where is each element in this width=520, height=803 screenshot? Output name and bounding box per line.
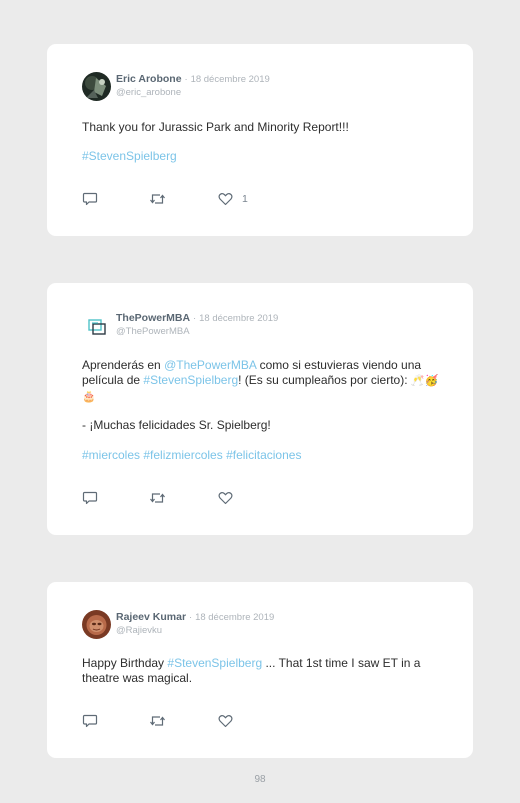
reply-button[interactable]	[82, 490, 98, 506]
hashtag-link[interactable]: #felicitaciones	[226, 448, 301, 462]
author-name[interactable]: ThePowerMBA	[116, 312, 190, 324]
tweet-date[interactable]: 18 décembre 2019	[191, 74, 270, 85]
retweet-icon	[149, 714, 166, 728]
tweet-text-line: Thank you for Jurassic Park and Minority…	[82, 120, 349, 134]
retweet-button[interactable]	[149, 191, 166, 207]
hashtag-link[interactable]: #StevenSpielberg	[82, 149, 177, 163]
tweet-hashtags: #StevenSpielberg	[82, 149, 442, 164]
heart-icon	[218, 491, 233, 505]
author-line: ThePowerMBA · 18 décembre 2019	[116, 312, 278, 325]
heart-icon	[218, 192, 233, 206]
tweet-text: Aprenderás en @ThePowerMBA como si estuv…	[82, 358, 442, 405]
tweet-text: Thank you for Jurassic Park and Minority…	[82, 120, 442, 135]
reply-icon	[82, 714, 98, 728]
tweet-header: ThePowerMBA · 18 décembre 2019 @ThePower…	[82, 311, 442, 341]
like-count: 1	[242, 193, 248, 205]
tweet-card: ThePowerMBA · 18 décembre 2019 @ThePower…	[47, 283, 473, 535]
hashtag-link[interactable]: #StevenSpielberg	[143, 373, 238, 387]
like-button[interactable]: 1	[218, 191, 248, 207]
tweet-header: Eric Arobone · 18 décembre 2019 @eric_ar…	[82, 72, 442, 102]
avatar[interactable]	[82, 610, 111, 639]
tweet-header: Rajeev Kumar · 18 décembre 2019 @Rajievk…	[82, 610, 442, 640]
tweet-date[interactable]: 18 décembre 2019	[199, 313, 278, 324]
tweet-actions	[82, 490, 282, 506]
tweet-actions: 1	[82, 191, 282, 207]
separator: ·	[188, 612, 193, 623]
author-name[interactable]: Rajeev Kumar	[116, 611, 186, 623]
like-button[interactable]	[218, 490, 242, 506]
separator: ·	[184, 74, 188, 85]
author-handle[interactable]: @ThePowerMBA	[116, 326, 190, 337]
tweet-card: Eric Arobone · 18 décembre 2019 @eric_ar…	[47, 44, 473, 236]
hashtag-link[interactable]: #miercoles	[82, 448, 140, 462]
like-button[interactable]	[218, 713, 242, 729]
tweet-text: - ¡Muchas felicidades Sr. Spielberg!	[82, 418, 442, 433]
tweet-card: Rajeev Kumar · 18 décembre 2019 @Rajievk…	[47, 582, 473, 758]
tweet-text-part: Happy Birthday	[82, 656, 168, 670]
heart-icon	[218, 714, 233, 728]
reply-button[interactable]	[82, 191, 98, 207]
author-handle[interactable]: @eric_arobone	[116, 87, 181, 98]
tweet-hashtags: #miercoles #felizmiercoles #felicitacion…	[82, 448, 442, 463]
page-number: 98	[254, 774, 266, 785]
mention-link[interactable]: @ThePowerMBA	[164, 358, 256, 372]
author-line: Rajeev Kumar · 18 décembre 2019	[116, 611, 274, 624]
tweet-text-part: Aprenderás en	[82, 358, 165, 372]
avatar[interactable]	[82, 72, 111, 101]
author-handle[interactable]: @Rajievku	[116, 625, 162, 636]
retweet-icon	[149, 192, 166, 206]
retweet-button[interactable]	[149, 713, 166, 729]
retweet-icon	[149, 491, 166, 505]
hashtag-link[interactable]: #felizmiercoles	[143, 448, 222, 462]
retweet-button[interactable]	[149, 490, 166, 506]
reply-icon	[82, 192, 98, 206]
author-line: Eric Arobone · 18 décembre 2019	[116, 73, 270, 86]
tweet-text: Happy Birthday #StevenSpielberg ... That…	[82, 656, 442, 686]
tweet-text-part: ! (Es su cumpleaños por cierto):	[238, 373, 411, 387]
tweet-actions	[82, 713, 282, 729]
hashtag-link[interactable]: #StevenSpielberg	[167, 656, 262, 670]
author-name[interactable]: Eric Arobone	[116, 73, 182, 85]
tweet-text-line: - ¡Muchas felicidades Sr. Spielberg!	[82, 418, 271, 432]
avatar[interactable]	[82, 311, 111, 340]
separator: ·	[193, 313, 197, 324]
reply-icon	[82, 491, 98, 505]
reply-button[interactable]	[82, 713, 98, 729]
tweet-date[interactable]: 18 décembre 2019	[195, 612, 274, 623]
